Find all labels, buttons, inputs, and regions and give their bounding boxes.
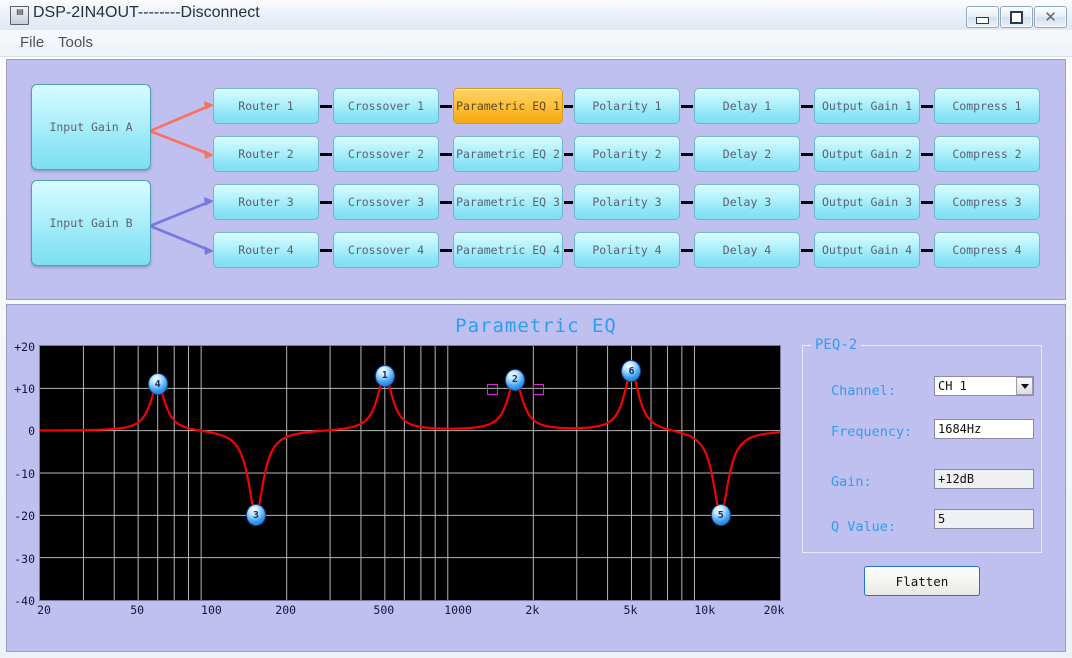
- connector: [320, 153, 332, 156]
- connector: [801, 201, 813, 204]
- connector: [681, 201, 693, 204]
- connector: [320, 105, 332, 108]
- connector: [320, 249, 332, 252]
- connector: [440, 201, 452, 204]
- x-axis-label: 100: [201, 603, 222, 617]
- block-parametric-eq-4[interactable]: Parametric EQ 4: [453, 232, 563, 268]
- x-axis-label: 20: [37, 603, 51, 617]
- connector: [681, 153, 693, 156]
- connector: [681, 105, 693, 108]
- x-axis-label: 5k: [623, 603, 638, 617]
- frequency-label: Frequency:: [831, 424, 913, 440]
- eq-title: Parametric EQ: [455, 315, 617, 337]
- minimize-icon: [967, 7, 998, 27]
- q-value-input[interactable]: 5: [934, 509, 1034, 529]
- block-delay-1[interactable]: Delay 1: [694, 88, 800, 124]
- y-axis-label: -10: [14, 467, 35, 481]
- block-crossover-3[interactable]: Crossover 3: [333, 184, 439, 220]
- y-axis-label: +10: [14, 382, 35, 396]
- signal-chain-panel: Input Gain A Input Gain B Router 1 Cross…: [6, 59, 1066, 300]
- connector: [320, 201, 332, 204]
- connector: [564, 249, 573, 252]
- frequency-input[interactable]: 1684Hz: [934, 419, 1034, 439]
- block-parametric-eq-1[interactable]: Parametric EQ 1: [453, 88, 563, 124]
- y-axis-label: -40: [14, 594, 35, 608]
- block-output-gain-1[interactable]: Output Gain 1: [814, 88, 920, 124]
- connector: [564, 153, 573, 156]
- x-axis-label: 1000: [444, 603, 472, 617]
- title-bar: ▤ DSP-2IN4OUT--------Disconnect ✕: [0, 0, 1072, 31]
- connector: [921, 153, 933, 156]
- block-output-gain-3[interactable]: Output Gain 3: [814, 184, 920, 220]
- window-title: DSP-2IN4OUT--------Disconnect: [33, 4, 260, 21]
- block-output-gain-2[interactable]: Output Gain 2: [814, 136, 920, 172]
- connector: [801, 153, 813, 156]
- block-crossover-4[interactable]: Crossover 4: [333, 232, 439, 268]
- eq-response-plot[interactable]: [39, 345, 781, 601]
- block-delay-2[interactable]: Delay 2: [694, 136, 800, 172]
- block-polarity-4[interactable]: Polarity 4: [574, 232, 680, 268]
- x-axis-label: 20k: [763, 603, 785, 617]
- block-output-gain-4[interactable]: Output Gain 4: [814, 232, 920, 268]
- block-compress-2[interactable]: Compress 2: [934, 136, 1040, 172]
- block-router-4[interactable]: Router 4: [213, 232, 319, 268]
- close-button[interactable]: ✕: [1034, 6, 1067, 28]
- q-value-label: Q Value:: [831, 519, 897, 535]
- block-compress-3[interactable]: Compress 3: [934, 184, 1040, 220]
- connector: [440, 105, 452, 108]
- chevron-down-icon[interactable]: [1016, 377, 1033, 395]
- x-axis-label: 200: [275, 603, 297, 617]
- block-crossover-1[interactable]: Crossover 1: [333, 88, 439, 124]
- block-router-3[interactable]: Router 3: [213, 184, 319, 220]
- block-polarity-2[interactable]: Polarity 2: [574, 136, 680, 172]
- block-input-gain-a[interactable]: Input Gain A: [31, 84, 151, 170]
- block-input-gain-b[interactable]: Input Gain B: [31, 180, 151, 266]
- menu-item-file[interactable]: File: [14, 34, 50, 52]
- block-parametric-eq-2[interactable]: Parametric EQ 2: [453, 136, 563, 172]
- connector: [440, 153, 452, 156]
- y-axis-label: +20: [14, 340, 35, 354]
- maximize-icon: [1001, 7, 1032, 27]
- block-router-2[interactable]: Router 2: [213, 136, 319, 172]
- connector: [921, 105, 933, 108]
- connector: [681, 249, 693, 252]
- y-axis-label: -20: [14, 509, 35, 523]
- flatten-button[interactable]: Flatten: [864, 566, 980, 596]
- x-axis-label: 50: [130, 603, 145, 617]
- eq-curve-svg: [40, 346, 780, 600]
- gain-input[interactable]: +12dB: [934, 469, 1034, 489]
- block-polarity-3[interactable]: Polarity 3: [574, 184, 680, 220]
- close-icon: ✕: [1044, 7, 1057, 26]
- connector: [440, 249, 452, 252]
- y-axis-label: -30: [14, 552, 35, 566]
- block-compress-4[interactable]: Compress 4: [934, 232, 1040, 268]
- app-icon: ▤: [10, 6, 29, 25]
- x-axis-label: 2k: [525, 603, 540, 617]
- connector: [801, 249, 813, 252]
- x-axis-label: 500: [373, 603, 395, 617]
- connector: [564, 201, 573, 204]
- connector: [921, 201, 933, 204]
- y-axis-label: 0: [28, 424, 35, 438]
- connector: [564, 105, 573, 108]
- gain-label: Gain:: [831, 474, 872, 490]
- block-crossover-2[interactable]: Crossover 2: [333, 136, 439, 172]
- menu-item-tools[interactable]: Tools: [52, 34, 99, 52]
- connector: [921, 249, 933, 252]
- block-delay-4[interactable]: Delay 4: [694, 232, 800, 268]
- menu-bar: File Tools: [0, 30, 1072, 57]
- block-delay-3[interactable]: Delay 3: [694, 184, 800, 220]
- channel-label: Channel:: [831, 383, 897, 399]
- connector: [801, 105, 813, 108]
- parametric-eq-panel: Parametric EQ +20 +10 0 -10 -20 -30 -40 …: [6, 304, 1066, 652]
- block-compress-1[interactable]: Compress 1: [934, 88, 1040, 124]
- maximize-button[interactable]: [1000, 6, 1033, 28]
- x-axis-label: 10k: [694, 603, 716, 617]
- block-polarity-1[interactable]: Polarity 1: [574, 88, 680, 124]
- minimize-button[interactable]: [966, 6, 999, 28]
- block-parametric-eq-3[interactable]: Parametric EQ 3: [453, 184, 563, 220]
- application-window: ▤ DSP-2IN4OUT--------Disconnect ✕ File T…: [0, 0, 1072, 658]
- peq-group-title: PEQ-2: [811, 337, 862, 353]
- block-router-1[interactable]: Router 1: [213, 88, 319, 124]
